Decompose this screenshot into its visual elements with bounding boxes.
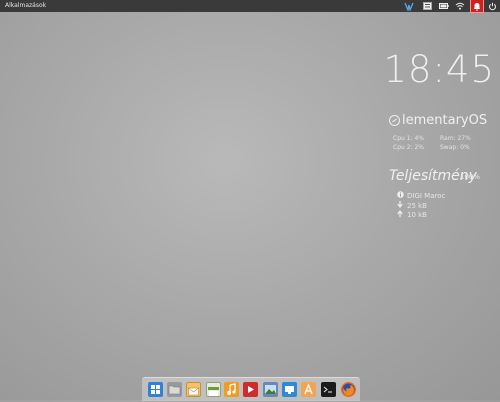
wifi-indicator-icon[interactable] [455, 1, 465, 11]
system-name: lementaryOS [402, 113, 488, 128]
network-indicator-icon[interactable] [404, 1, 414, 11]
performance-value: 100% [460, 173, 481, 181]
system-info-title: lementaryOS [389, 113, 487, 128]
download-icon [396, 201, 404, 210]
mail-icon[interactable] [186, 382, 201, 397]
applications-menu[interactable]: Alkalmazások [5, 1, 46, 11]
cpu1-stat: Cpu 1: 4% [393, 135, 424, 142]
power-icon[interactable] [487, 1, 497, 11]
multitasking-view-icon[interactable] [148, 382, 163, 397]
elementary-logo-icon [389, 115, 400, 126]
upload-icon [396, 209, 404, 219]
battery-indicator-icon[interactable] [439, 1, 449, 11]
cpu2-stat: Cpu 2: 2% [393, 144, 424, 151]
firefox-icon[interactable] [341, 382, 356, 397]
desktop-clock: 18:45 [383, 48, 495, 91]
ram-stat: Ram: 27% [440, 135, 471, 142]
network-name-row: DIGI Maroc [396, 191, 445, 200]
network-name: DIGI Maroc [407, 191, 446, 200]
calendar-icon[interactable] [206, 382, 221, 397]
notification-icon[interactable] [470, 0, 484, 13]
music-icon[interactable] [224, 382, 239, 397]
videos-icon[interactable] [243, 382, 258, 397]
terminal-icon[interactable] [321, 382, 336, 397]
app-store-icon[interactable] [301, 382, 316, 397]
download-value: 25 kB [407, 201, 427, 210]
info-icon [396, 191, 404, 200]
upload-value: 10 kB [407, 210, 427, 219]
files-folder-icon[interactable] [167, 382, 182, 397]
download-row: 25 kB [396, 201, 427, 210]
keyboard-indicator-icon[interactable] [422, 1, 432, 11]
top-panel: Alkalmazások [0, 0, 500, 13]
photos-icon[interactable] [263, 382, 278, 397]
software-center-icon[interactable] [282, 382, 297, 397]
dock [142, 377, 360, 401]
upload-row: 10 kB [396, 209, 427, 219]
swap-stat: Swap: 0% [440, 144, 470, 151]
